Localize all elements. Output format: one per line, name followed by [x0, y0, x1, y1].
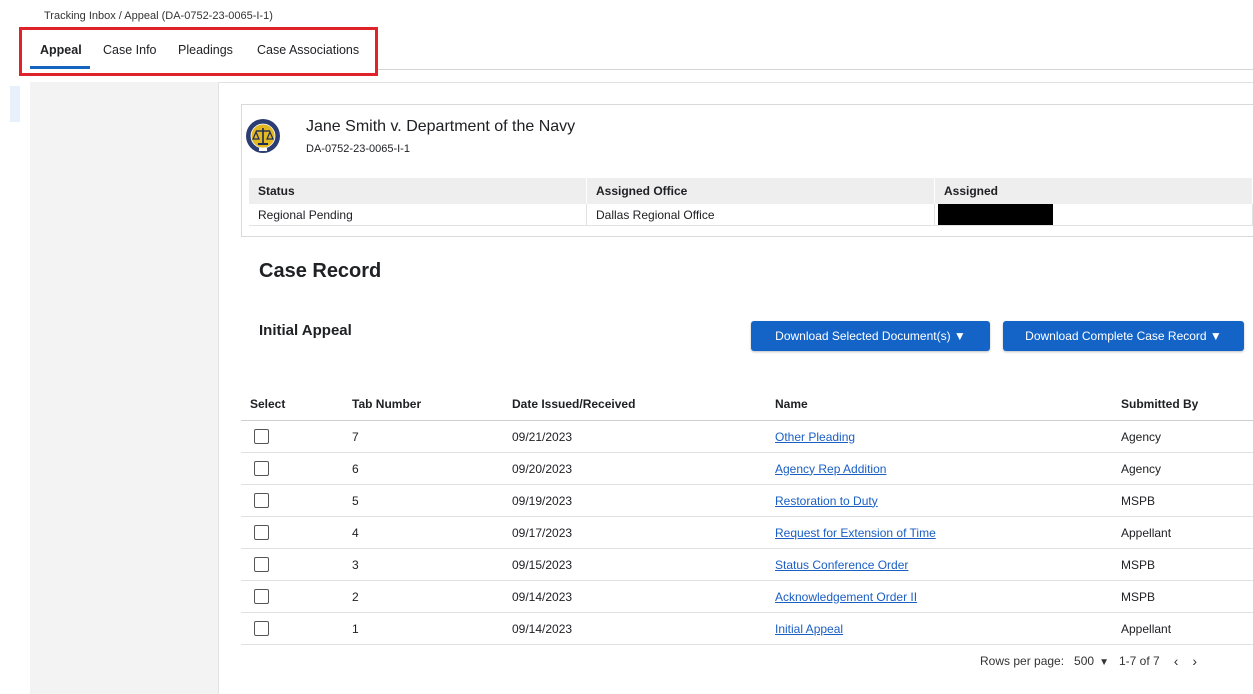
row-checkbox[interactable] — [254, 556, 269, 572]
chevron-right-icon[interactable]: › — [1192, 653, 1197, 669]
date-cell: 09/19/2023 — [512, 484, 775, 517]
tab-pleadings[interactable]: Pleadings — [178, 43, 233, 57]
redaction-box — [938, 204, 1053, 225]
table-row: 7 09/21/2023 Other Pleading Agency — [241, 420, 1253, 453]
download-selected-button[interactable]: Download Selected Document(s) ▼ — [751, 321, 990, 351]
status-value: Regional Pending — [249, 204, 587, 226]
submitted-by-cell: Agency — [1121, 420, 1253, 453]
chevron-down-icon: ▼ — [1099, 657, 1109, 668]
date-column-header[interactable]: Date Issued/Received — [512, 387, 775, 421]
document-link[interactable]: Agency Rep Addition — [775, 462, 886, 476]
assigned-value — [934, 204, 1253, 226]
tab-case-associations[interactable]: Case Associations — [257, 43, 359, 57]
sidebar-toggle[interactable] — [10, 86, 20, 122]
select-cell — [241, 484, 352, 517]
page-title: Case Record — [259, 260, 382, 282]
left-panel — [30, 82, 219, 694]
case-record-table: Select Tab Number Date Issued/Received N… — [241, 387, 1253, 645]
status-header: Status — [249, 178, 587, 204]
assigned-office-header: Assigned Office — [586, 178, 935, 204]
document-link[interactable]: Other Pleading — [775, 430, 855, 444]
submitted-by-cell: Appellant — [1121, 612, 1253, 645]
tab-number-cell: 3 — [352, 548, 512, 581]
mspb-seal-logo — [246, 119, 280, 153]
case-number: DA-0752-23-0065-I-1 — [306, 143, 410, 155]
table-row: 6 09/20/2023 Agency Rep Addition Agency — [241, 452, 1253, 485]
document-link[interactable]: Acknowledgement Order II — [775, 590, 917, 604]
tab-number-cell: 7 — [352, 420, 512, 453]
assigned-office-value: Dallas Regional Office — [586, 204, 935, 226]
section-subtitle: Initial Appeal — [259, 322, 352, 339]
select-cell — [241, 548, 352, 581]
row-checkbox[interactable] — [254, 492, 269, 508]
tab-appeal[interactable]: Appeal — [40, 43, 82, 57]
submitted-by-cell: MSPB — [1121, 484, 1253, 517]
tab-number-cell: 6 — [352, 452, 512, 485]
tab-case-info[interactable]: Case Info — [103, 43, 157, 57]
tab-number-cell: 5 — [352, 484, 512, 517]
case-info-table: Status Assigned Office Assigned Regional… — [249, 178, 1253, 226]
row-checkbox[interactable] — [254, 620, 269, 636]
submitted-by-column-header[interactable]: Submitted By — [1121, 387, 1253, 421]
date-cell: 09/14/2023 — [512, 580, 775, 613]
select-cell — [241, 580, 352, 613]
document-link[interactable]: Status Conference Order — [775, 558, 908, 572]
table-row: 1 09/14/2023 Initial Appeal Appellant — [241, 612, 1253, 645]
row-checkbox[interactable] — [254, 524, 269, 540]
submitted-by-cell: Appellant — [1121, 516, 1253, 549]
chevron-left-icon[interactable]: ‹ — [1174, 653, 1179, 669]
submitted-by-cell: MSPB — [1121, 548, 1253, 581]
table-row: 4 09/17/2023 Request for Extension of Ti… — [241, 516, 1253, 549]
select-cell — [241, 516, 352, 549]
date-cell: 09/17/2023 — [512, 516, 775, 549]
name-cell: Agency Rep Addition — [775, 452, 1121, 485]
download-complete-button[interactable]: Download Complete Case Record ▼ — [1003, 321, 1244, 351]
document-link[interactable]: Initial Appeal — [775, 622, 843, 636]
table-row: 2 09/14/2023 Acknowledgement Order II MS… — [241, 580, 1253, 613]
select-cell — [241, 612, 352, 645]
assigned-header: Assigned — [934, 178, 1253, 204]
tab-number-cell: 4 — [352, 516, 512, 549]
date-cell: 09/14/2023 — [512, 612, 775, 645]
name-cell: Restoration to Duty — [775, 484, 1121, 517]
select-cell — [241, 452, 352, 485]
tab-number-cell: 2 — [352, 580, 512, 613]
document-link[interactable]: Request for Extension of Time — [775, 526, 936, 540]
name-cell: Status Conference Order — [775, 548, 1121, 581]
submitted-by-cell: Agency — [1121, 452, 1253, 485]
page-range: 1-7 of 7 — [1118, 654, 1160, 668]
table-row: 3 09/15/2023 Status Conference Order MSP… — [241, 548, 1253, 581]
submitted-by-cell: MSPB — [1121, 580, 1253, 613]
case-title: Jane Smith v. Department of the Navy — [306, 118, 576, 135]
rows-per-page-select[interactable]: 500 ▼ — [1074, 654, 1109, 668]
rows-per-page-label: Rows per page: — [980, 654, 1065, 668]
select-cell — [241, 420, 352, 453]
date-cell: 09/21/2023 — [512, 420, 775, 453]
row-checkbox[interactable] — [254, 428, 269, 444]
pagination: Rows per page: 500 ▼ 1-7 of 7 ‹ › — [980, 653, 1197, 669]
active-tab-indicator — [30, 66, 90, 69]
rows-per-page-value: 500 — [1074, 654, 1095, 668]
divider — [218, 82, 1253, 83]
breadcrumb: Tracking Inbox / Appeal (DA-0752-23-0065… — [44, 10, 273, 22]
name-column-header[interactable]: Name — [775, 387, 1121, 421]
name-cell: Other Pleading — [775, 420, 1121, 453]
name-cell: Initial Appeal — [775, 612, 1121, 645]
name-cell: Acknowledgement Order II — [775, 580, 1121, 613]
divider — [378, 69, 1253, 70]
select-column-header: Select — [241, 387, 352, 421]
date-cell: 09/15/2023 — [512, 548, 775, 581]
document-link[interactable]: Restoration to Duty — [775, 494, 878, 508]
table-row: 5 09/19/2023 Restoration to Duty MSPB — [241, 484, 1253, 517]
date-cell: 09/20/2023 — [512, 452, 775, 485]
row-checkbox[interactable] — [254, 460, 269, 476]
tab-number-cell: 1 — [352, 612, 512, 645]
name-cell: Request for Extension of Time — [775, 516, 1121, 549]
tab-number-column-header[interactable]: Tab Number — [352, 387, 512, 421]
row-checkbox[interactable] — [254, 588, 269, 604]
